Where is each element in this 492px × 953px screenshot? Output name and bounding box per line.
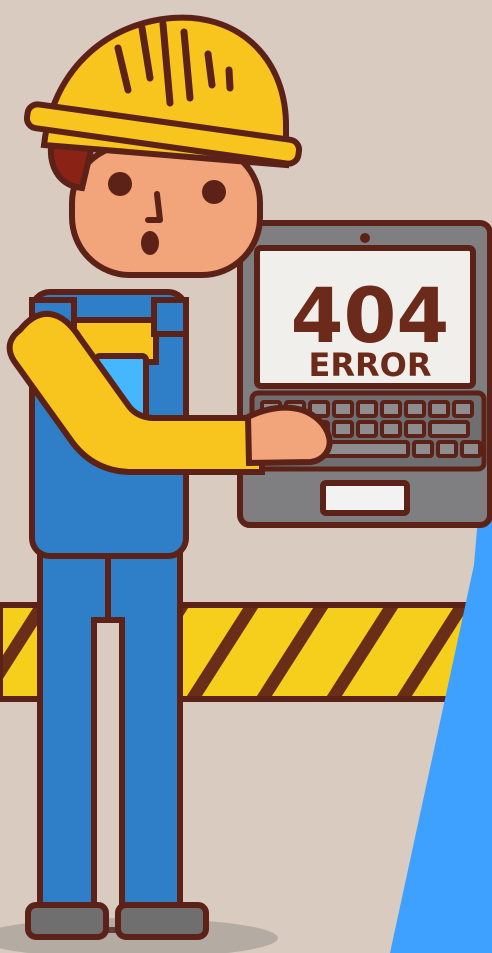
illustration-canvas: 404 ERROR bbox=[0, 0, 492, 953]
laptop-trackpad bbox=[320, 480, 410, 516]
error-label: ERROR bbox=[309, 346, 432, 384]
error-404-illustration: 404 ERROR bbox=[0, 0, 492, 953]
laptop-icon: 404 ERROR bbox=[237, 220, 492, 528]
